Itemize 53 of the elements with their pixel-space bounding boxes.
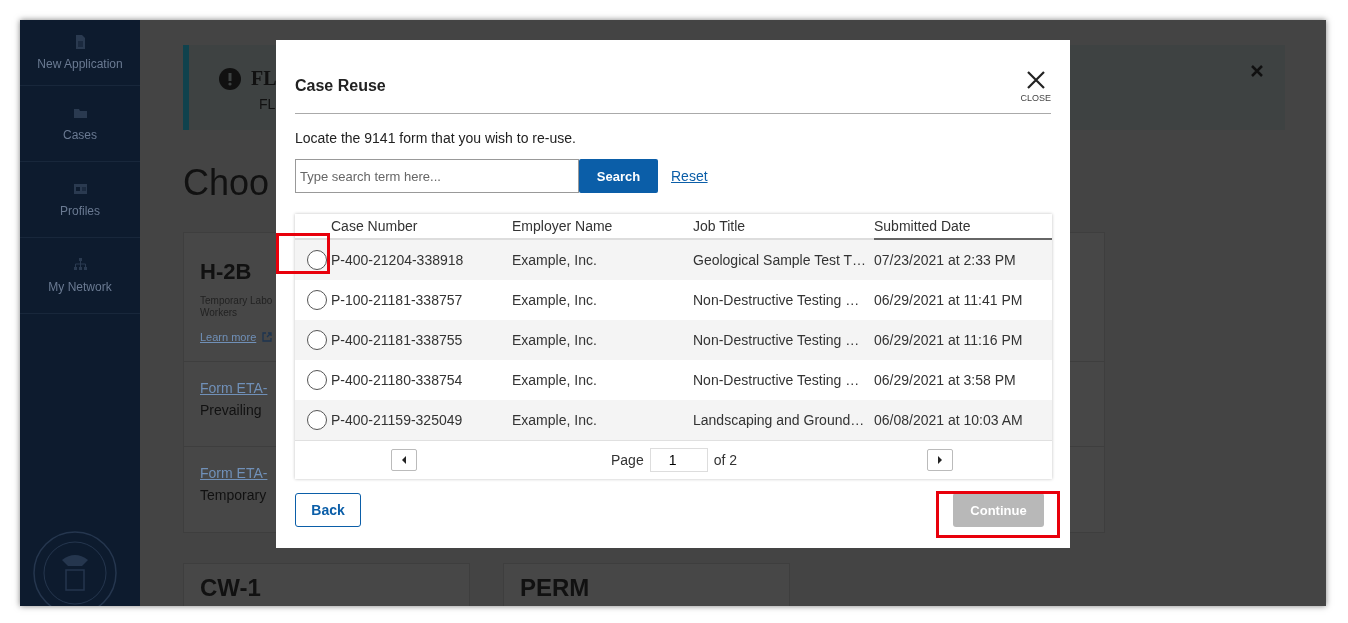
chevron-right-icon <box>936 456 944 464</box>
page-label: Page <box>611 452 644 468</box>
table-cell: Example, Inc. <box>512 372 597 388</box>
close-icon <box>1025 70 1046 90</box>
network-icon <box>72 257 88 272</box>
table-cell: Example, Inc. <box>512 252 597 268</box>
table-cell: Example, Inc. <box>512 412 597 428</box>
reset-link[interactable]: Reset <box>671 168 708 184</box>
search-field[interactable]: Type search term here... <box>295 159 579 193</box>
table-cell: Non-Destructive Testing … <box>693 332 860 348</box>
table-cell: 06/29/2021 at 3:58 PM <box>874 372 1016 388</box>
chevron-left-icon <box>400 456 408 464</box>
radio-button[interactable] <box>307 410 327 430</box>
table-row[interactable]: P-400-21180-338754 Example, Inc. Non-Destructive Testing … 06/29/2021 at 3:58 PM <box>295 360 1052 400</box>
table-cell: P-100-21181-338757 <box>331 292 463 308</box>
previous-page-button[interactable] <box>391 449 417 471</box>
radio-button[interactable] <box>307 290 327 310</box>
table-row[interactable]: P-400-21204-338918 Example, Inc. Geological Sample Test T… 07/23/2021 at 2:33 PM <box>295 240 1052 280</box>
radio-button[interactable] <box>307 250 327 270</box>
table-cell: Geological Sample Test T… <box>693 252 866 268</box>
page-number-field[interactable]: 1 <box>649 448 708 472</box>
table-cell: 06/08/2021 at 10:03 AM <box>874 412 1023 428</box>
table-cell: P-400-21181-338755 <box>331 332 463 348</box>
table-cell: 07/23/2021 at 2:33 PM <box>874 252 1016 268</box>
close-button[interactable]: CLOSE <box>1020 70 1051 103</box>
next-page-button[interactable] <box>927 449 953 471</box>
table-cell: Example, Inc. <box>512 292 597 308</box>
dialog-title: Case Reuse <box>295 77 386 95</box>
page-total: of 2 <box>713 452 738 468</box>
radio-button[interactable] <box>307 330 327 350</box>
table-cell: Non-Destructive Testing … <box>693 292 860 308</box>
sidebar-label: My Network <box>48 280 112 294</box>
table-cell: P-400-21204-338918 <box>331 252 464 268</box>
table-cell: 06/29/2021 at 11:16 PM <box>874 332 1023 348</box>
sidebar-label: New Application <box>37 57 123 71</box>
search-button[interactable]: Search <box>579 159 658 193</box>
table-cell: 06/29/2021 at 11:41 PM <box>874 292 1023 308</box>
sidebar-label: Cases <box>63 128 97 142</box>
id-card-icon <box>72 181 88 196</box>
table-cell: Example, Inc. <box>512 332 597 348</box>
table-cell: Landscaping and Ground… <box>693 412 865 428</box>
exclamation-icon <box>219 67 241 90</box>
radio-button[interactable] <box>307 370 327 390</box>
instruction-text: Locate the 9141 form that you wish to re-use. <box>295 130 577 146</box>
sidebar-label: Profiles <box>60 204 100 218</box>
table-cell: Non-Destructive Testing … <box>693 372 860 388</box>
table-cell: P-400-21180-338754 <box>331 372 463 388</box>
table-row[interactable]: P-400-21159-325049 Example, Inc. Landscaping and Ground… 06/08/2021 at 10:03 AM <box>295 400 1052 440</box>
table-row[interactable]: P-400-21181-338755 Example, Inc. Non-Destructive Testing … 06/29/2021 at 11:16 PM <box>295 320 1052 360</box>
table-cell: P-400-21159-325049 <box>331 412 463 428</box>
external-link-icon <box>262 332 273 342</box>
back-button[interactable]: Back <box>295 493 361 527</box>
table-row[interactable]: P-100-21181-338757 Example, Inc. Non-Destructive Testing … 06/29/2021 at 11:41 PM <box>295 280 1052 320</box>
